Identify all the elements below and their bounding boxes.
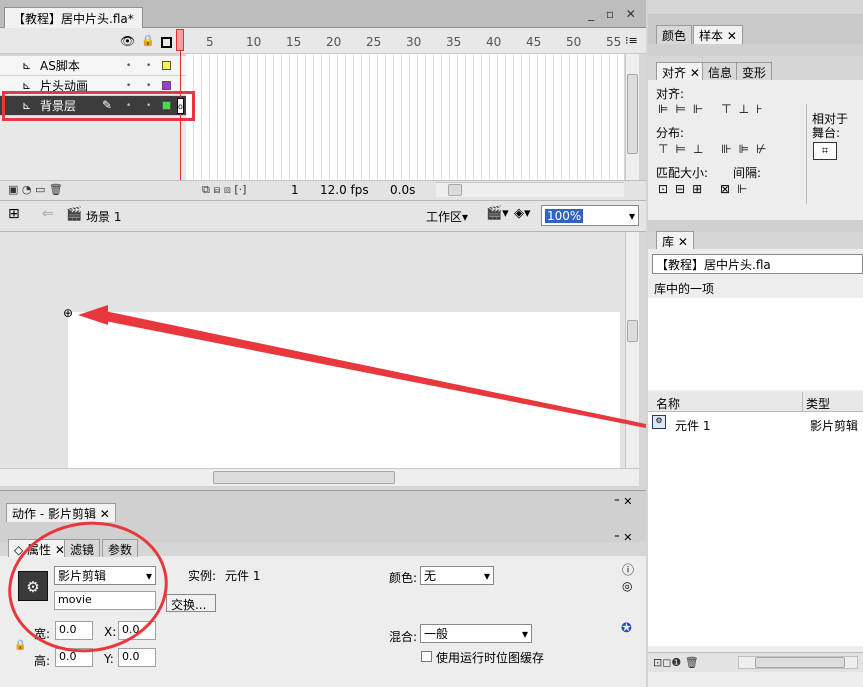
spacer (648, 44, 863, 56)
scroll-thumb[interactable] (755, 657, 845, 668)
cache-label: 使用运行时位图缓存 (436, 651, 545, 665)
library-hscroll[interactable] (738, 656, 858, 669)
align-icons[interactable]: ⊫⊨⊩ ⊤⊥⊦ (658, 102, 769, 116)
close-icon[interactable]: ✕ (100, 507, 110, 521)
library-item-name: 元件 1 (675, 419, 711, 433)
blend-select[interactable]: 一般 ▾ (420, 624, 532, 643)
tab-swatches[interactable]: 样本 ✕ (693, 25, 743, 45)
movieclip-icon: ⚙ (652, 415, 666, 429)
library-item[interactable]: ⚙ 元件 1 影片剪辑 (648, 413, 863, 434)
column-name[interactable]: 名称 (656, 395, 680, 412)
tab-label: 对齐 (662, 66, 687, 80)
column-type[interactable]: 类型 (806, 395, 830, 412)
tab-align[interactable]: 对齐 ✕ (656, 62, 706, 82)
chevron-down-icon: ▾ (521, 626, 528, 641)
tab-info[interactable]: 信息 (702, 62, 739, 82)
actions-tab[interactable]: 动作 - 影片剪辑 ✕ (6, 503, 116, 522)
to-stage-button[interactable]: ⌗ (813, 142, 837, 160)
tab-transform[interactable]: 变形 (736, 62, 773, 82)
divider (806, 104, 807, 204)
lock-icon[interactable]: 🔒 (14, 640, 26, 651)
color-value: 无 (424, 569, 437, 583)
actions-tab-label: 动作 - 影片剪辑 (12, 507, 96, 521)
panel-controls[interactable]: ⁼ ✕ (614, 531, 633, 544)
height-label: 高: (34, 654, 51, 668)
new-symbol-icon[interactable]: ⊡◻❶ 🗑 (653, 656, 699, 669)
library-header (648, 392, 863, 412)
color-effect-select[interactable]: 无 ▾ (420, 566, 494, 585)
right-panels: 颜色 样本 ✕ 对齐 ✕ 信息 变形 对齐: ⊫⊨⊩ ⊤⊥⊦ 分布: ⊤⊨⊥ ⊪… (648, 0, 863, 687)
chevron-down-icon: ▾ (483, 568, 490, 583)
blend-label: 混合: (389, 630, 418, 644)
align-label: 对齐: (656, 87, 685, 101)
spacing-label: 间隔: (733, 166, 762, 180)
library-document: 【教程】居中片头.fla (656, 257, 771, 272)
distribute-label: 分布: (656, 126, 685, 140)
library-item-type: 影片剪辑 (810, 419, 859, 433)
accessibility-icon[interactable]: ✪ (621, 621, 632, 636)
instance-value: 元件 1 (225, 569, 261, 583)
distribute-icons[interactable]: ⊤⊨⊥ ⊪⊫⊬ (658, 142, 774, 156)
tab-label: 颜色 (662, 29, 687, 43)
relative-label-2: 舞台: (812, 126, 841, 140)
blend-value: 一般 (424, 627, 449, 641)
tab-label: 库 (662, 235, 675, 249)
library-count: 库中的一项 (654, 282, 715, 296)
help-icon[interactable]: ⓘ (622, 561, 634, 578)
tab-label: 变形 (742, 66, 767, 80)
y-input[interactable]: 0.0 (118, 648, 156, 667)
document-window: 【教程】居中片头.fla* _ ▫ ✕ 👁 🔒 5 10 15 20 25 30 35 40 4… (0, 0, 646, 687)
tab-library[interactable]: 库 ✕ (656, 231, 694, 251)
panel-controls[interactable]: ⁼ ✕ (614, 495, 633, 508)
match-size-label: 匹配大小: (656, 166, 709, 180)
divider (802, 392, 803, 412)
tab-color[interactable]: 颜色 (656, 25, 693, 45)
y-label: Y: (104, 652, 114, 666)
cache-checkbox[interactable] (421, 651, 432, 662)
instance-label: 实例: (188, 569, 217, 583)
swap-button[interactable]: 交换... (166, 594, 216, 612)
tab-label: 信息 (708, 66, 733, 80)
tab-label: 样本 (699, 29, 724, 43)
color-label: 颜色: (389, 571, 418, 585)
edit-icon[interactable]: ◎ (622, 579, 632, 593)
match-size-icons[interactable]: ⊡⊟⊞ ⊠⊩ (658, 182, 755, 196)
library-document-select[interactable]: 【教程】居中片头.fla (652, 254, 863, 274)
library-preview (648, 298, 863, 390)
library-list (648, 412, 863, 646)
